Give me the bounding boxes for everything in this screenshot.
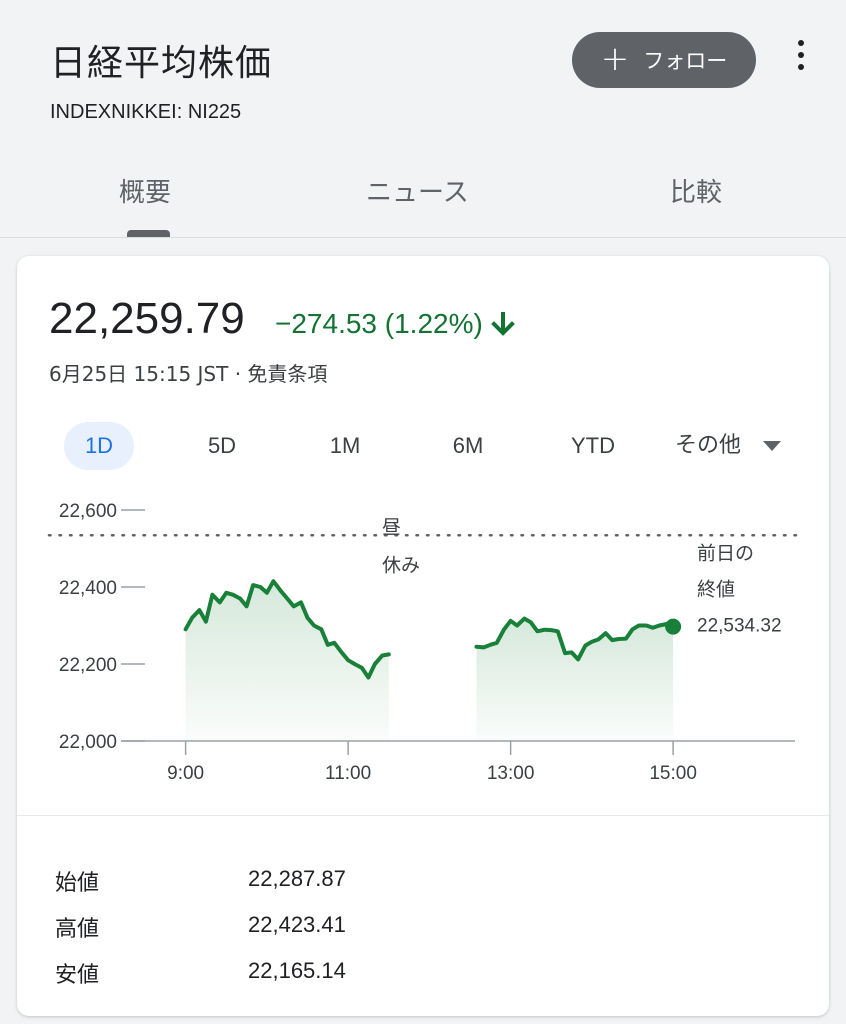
prev-close-label-line1: 前日の <box>697 542 754 564</box>
page-title: 日経平均株価 <box>50 43 273 84</box>
afternoon-area <box>476 618 674 741</box>
price-change-value: −274.53 (1.22%) <box>275 308 483 339</box>
range-6m[interactable]: 6M <box>433 422 503 470</box>
tab-compare[interactable]: 比較 <box>670 172 722 209</box>
y-tick-label: 22,000 <box>59 732 117 753</box>
quote-card: 22,259.79 −274.53 (1.22%) 6月25日 15:15 JS… <box>17 256 829 1016</box>
x-tick-label: 13:00 <box>487 763 535 784</box>
x-tick-label: 15:00 <box>649 763 697 784</box>
x-tick-label: 11:00 <box>325 763 371 784</box>
tab-overview[interactable]: 概要 <box>119 172 171 209</box>
stat-low-label: 安値 <box>55 963 100 988</box>
stat-low-value: 22,165.14 <box>248 958 346 983</box>
follow-button[interactable]: + フォロー <box>572 32 756 88</box>
range-more-label: その他 <box>675 433 742 458</box>
range-more-dropdown[interactable]: その他 <box>675 422 782 470</box>
ticker-symbol: INDEXNIKKEI: NI225 <box>50 101 242 123</box>
arrow-down-icon <box>490 312 515 336</box>
range-1d[interactable]: 1D <box>64 422 134 470</box>
x-tick-label: 9:00 <box>167 763 204 784</box>
current-price: 22,259.79 <box>49 294 245 343</box>
plus-icon: + <box>600 38 630 79</box>
range-1m[interactable]: 1M <box>310 422 380 470</box>
price-change: −274.53 (1.22%) <box>275 308 515 340</box>
stat-open-value: 22,287.87 <box>248 866 346 891</box>
stats-divider <box>17 815 829 816</box>
last-price-dot <box>665 618 682 635</box>
range-selector: 1D 5D 1M 6M YTD その他 <box>17 422 829 472</box>
y-tick-label: 22,400 <box>59 578 117 599</box>
quote-timestamp: 6月25日 15:15 JST · 免責条項 <box>49 362 328 386</box>
y-tick-label: 22,200 <box>59 655 117 676</box>
app-header: 日経平均株価 INDEXNIKKEI: NI225 + フォロー 概要 ニュース… <box>0 0 846 238</box>
price-chart[interactable]: 22,600 22,400 22,200 22,000 9:00 11:00 13:00 15… <box>17 476 829 816</box>
lunch-break-label-line2: 休み <box>382 554 420 576</box>
tab-bar: 概要 ニュース 比較 <box>0 160 846 238</box>
range-ytd[interactable]: YTD <box>557 422 629 470</box>
tab-news[interactable]: ニュース <box>366 172 469 209</box>
header-divider <box>0 237 846 238</box>
dropdown-arrow-icon <box>763 441 782 451</box>
morning-area <box>185 581 389 741</box>
follow-label: フォロー <box>643 49 728 73</box>
stat-open-label: 始値 <box>55 871 100 896</box>
stat-high-label: 高値 <box>55 917 100 942</box>
lunch-break-label-line1: 昼 <box>382 516 401 538</box>
y-tick-label: 22,600 <box>59 501 117 522</box>
more-vert-icon[interactable] <box>792 40 810 70</box>
range-5d[interactable]: 5D <box>187 422 257 470</box>
stat-high-value: 22,423.41 <box>248 912 346 937</box>
prev-close-label-line2: 終値 <box>697 578 735 600</box>
prev-close-value: 22,534.32 <box>697 615 782 636</box>
